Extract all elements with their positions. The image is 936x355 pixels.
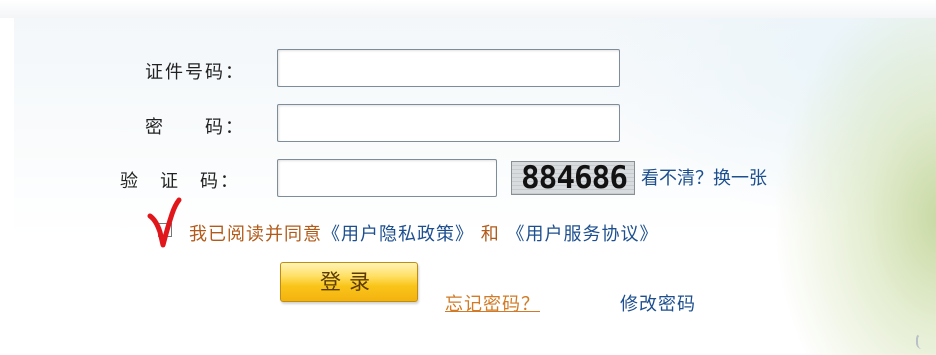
id-number-label: 证件号码： (145, 62, 245, 83)
agreement-conjunction: 和 (480, 224, 500, 245)
login-page: 证件号码： 密 码： 验 证 码： 884686 看不清？换一张 我已阅读并同意… (0, 0, 936, 355)
login-button[interactable]: 登录 (280, 262, 418, 302)
id-number-input[interactable] (277, 49, 620, 87)
refresh-captcha-link[interactable]: 看不清？换一张 (641, 164, 767, 190)
agreement-prefix: 我已阅读并同意 (189, 224, 322, 245)
check-mark-icon (147, 197, 182, 248)
top-separator (0, 0, 936, 18)
service-agreement-link[interactable]: 《用户服务协议》 (506, 224, 658, 245)
password-input[interactable] (277, 104, 620, 142)
corner-decoration (916, 333, 930, 349)
change-password-link[interactable]: 修改密码 (620, 290, 696, 316)
agreement-text: 我已阅读并同意《用户隐私政策》 和 《用户服务协议》 (189, 220, 658, 246)
forgot-password-link[interactable]: 忘记密码？ (445, 290, 540, 316)
privacy-policy-link[interactable]: 《用户隐私政策》 (322, 224, 474, 245)
captcha-label: 验 证 码： (120, 171, 240, 192)
captcha-image[interactable]: 884686 (511, 161, 635, 195)
captcha-image-text: 884686 (521, 161, 628, 195)
password-label: 密 码： (145, 117, 245, 138)
captcha-input[interactable] (277, 159, 497, 197)
